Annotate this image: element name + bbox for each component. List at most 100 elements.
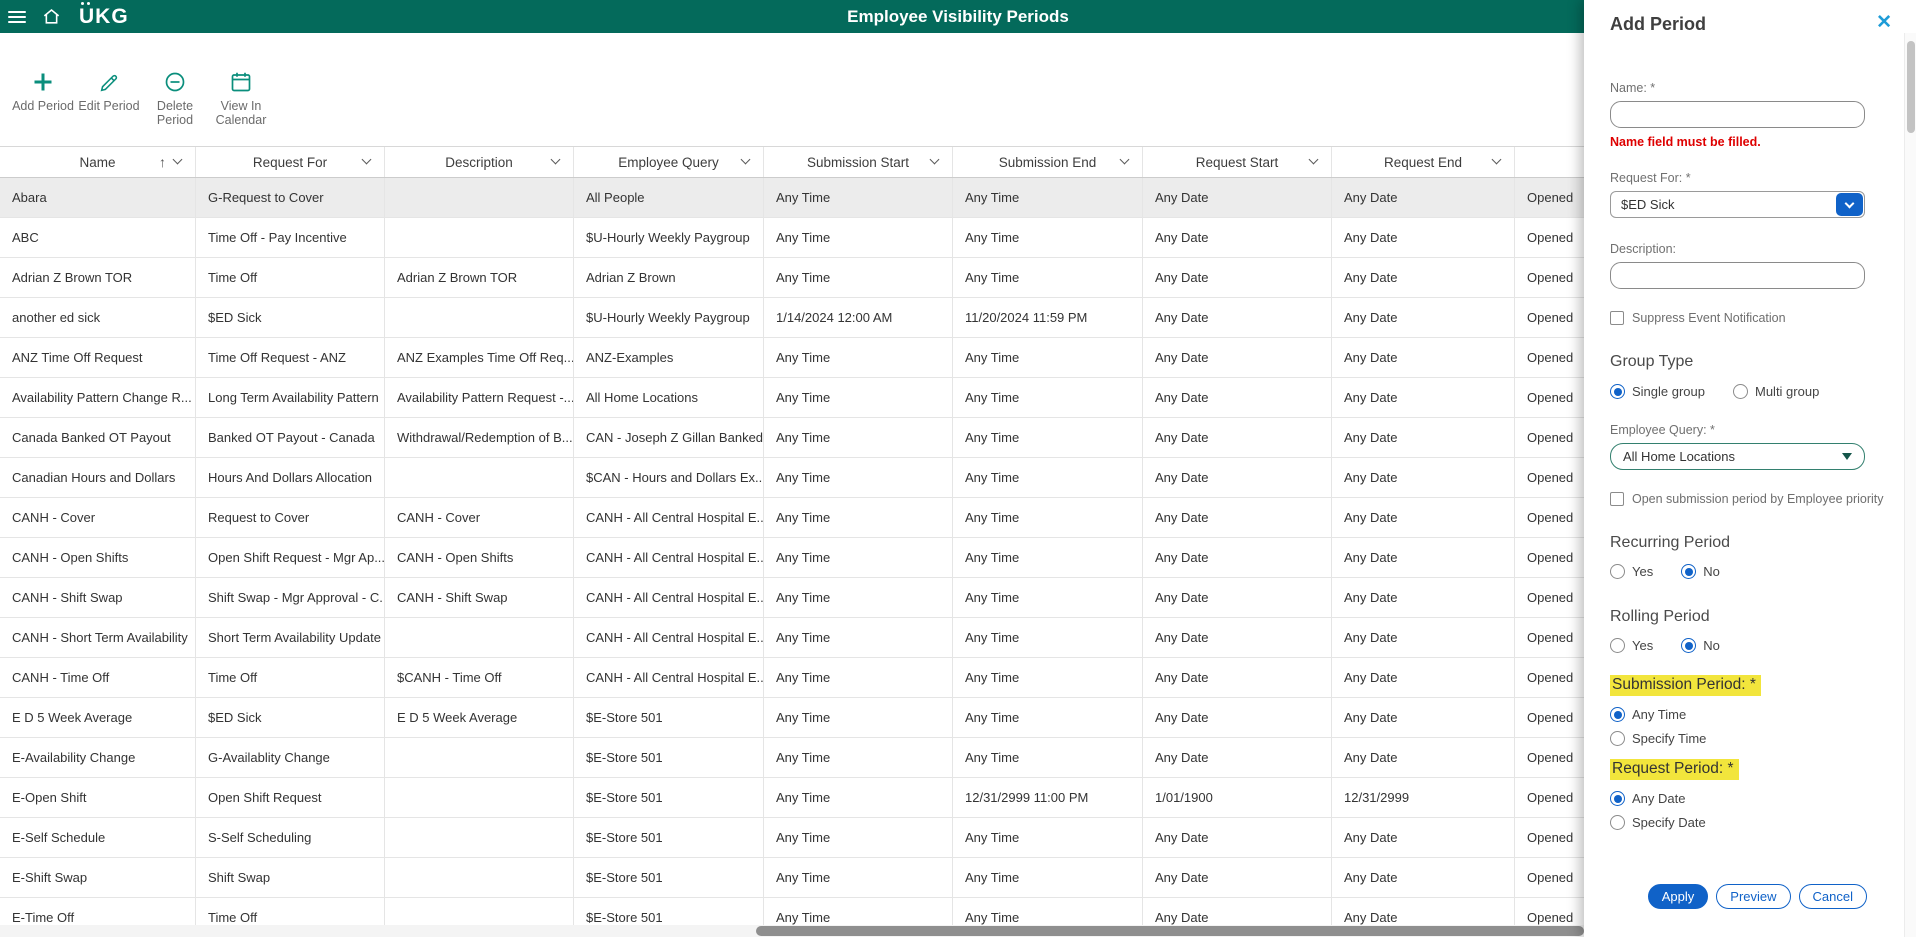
table-cell: E D 5 Week Average xyxy=(385,698,574,737)
column-header-label: Description xyxy=(445,154,513,170)
table-cell: Any Time xyxy=(953,738,1143,777)
table-cell: Adrian Z Brown xyxy=(574,258,764,297)
dropdown-button-icon[interactable] xyxy=(1836,193,1863,216)
open-submission-label: Open submission period by Employee prior… xyxy=(1632,492,1884,506)
name-label: Name: * xyxy=(1610,81,1656,95)
sort-ascending-icon[interactable]: ↑ xyxy=(159,154,166,170)
chevron-down-icon[interactable] xyxy=(361,154,372,165)
name-input[interactable] xyxy=(1610,101,1865,128)
radio-single-group[interactable]: Single group xyxy=(1610,384,1705,399)
column-header[interactable]: Submission Start xyxy=(764,147,953,177)
vertical-scrollbar[interactable] xyxy=(1904,33,1916,937)
table-cell: Any Time xyxy=(953,858,1143,897)
cancel-button[interactable]: Cancel xyxy=(1798,884,1867,909)
chevron-down-icon[interactable] xyxy=(1119,154,1130,165)
vertical-scrollbar-thumb[interactable] xyxy=(1907,41,1915,133)
table-cell: Any Time xyxy=(764,858,953,897)
table-cell xyxy=(385,618,574,657)
chevron-down-icon[interactable] xyxy=(740,154,751,165)
table-cell: All Home Locations xyxy=(574,378,764,417)
radio-label: No xyxy=(1703,638,1720,653)
table-cell: Canadian Hours and Dollars xyxy=(0,458,196,497)
preview-button[interactable]: Preview xyxy=(1716,884,1791,909)
column-header-label: Name xyxy=(79,154,116,170)
column-header[interactable]: Employee Query xyxy=(574,147,764,177)
radio-rolling-yes[interactable]: Yes xyxy=(1610,638,1653,653)
view-in-calendar-button[interactable]: View In Calendar xyxy=(208,66,274,128)
column-header[interactable]: Submission End xyxy=(953,147,1143,177)
horizontal-scrollbar[interactable] xyxy=(0,925,1584,937)
employee-query-label: Employee Query: * xyxy=(1610,423,1715,437)
radio-any-time[interactable]: Any Time xyxy=(1610,707,1877,722)
description-input[interactable] xyxy=(1610,262,1865,289)
apply-button[interactable]: Apply xyxy=(1647,884,1709,909)
table-cell: Any Time xyxy=(953,218,1143,257)
employee-query-dropdown[interactable]: All Home Locations xyxy=(1610,443,1865,470)
open-submission-checkbox-row[interactable]: Open submission period by Employee prior… xyxy=(1610,492,1884,506)
column-header[interactable]: Request Start xyxy=(1143,147,1332,177)
table-cell xyxy=(385,218,574,257)
table-cell: Any Date xyxy=(1332,298,1515,337)
hamburger-menu-icon[interactable] xyxy=(8,10,26,23)
name-error-message: Name field must be filled. xyxy=(1610,135,1761,149)
suppress-event-label: Suppress Event Notification xyxy=(1632,311,1786,325)
ukg-logo[interactable]: UKG xyxy=(79,1,129,29)
table-cell: CANH - Time Off xyxy=(0,658,196,697)
radio-rolling-no[interactable]: No xyxy=(1681,638,1720,653)
table-cell: Any Time xyxy=(764,458,953,497)
table-cell: Banked OT Payout - Canada xyxy=(196,418,385,457)
edit-period-button[interactable]: Edit Period xyxy=(76,66,142,128)
radio-label: Any Date xyxy=(1632,791,1686,806)
delete-period-button[interactable]: Delete Period xyxy=(142,66,208,128)
table-cell: Time Off xyxy=(196,258,385,297)
suppress-event-checkbox-row[interactable]: Suppress Event Notification xyxy=(1610,311,1877,325)
close-icon[interactable]: ✕ xyxy=(1876,13,1892,32)
table-cell: Shift Swap xyxy=(196,858,385,897)
radio-recurring-yes[interactable]: Yes xyxy=(1610,564,1653,579)
table-cell: Adrian Z Brown TOR xyxy=(385,258,574,297)
radio-any-date[interactable]: Any Date xyxy=(1610,791,1877,806)
description-label: Description: xyxy=(1610,242,1676,256)
table-cell: Any Date xyxy=(1332,178,1515,217)
checkbox-icon[interactable] xyxy=(1610,492,1624,506)
column-header[interactable]: Request For xyxy=(196,147,385,177)
radio-recurring-no[interactable]: No xyxy=(1681,564,1720,579)
home-icon[interactable] xyxy=(42,7,61,26)
horizontal-scrollbar-thumb[interactable] xyxy=(756,926,1584,936)
table-cell: Any Time xyxy=(764,378,953,417)
radio-specify-date[interactable]: Specify Date xyxy=(1610,815,1877,830)
table-cell: Any Time xyxy=(953,658,1143,697)
request-for-label: Request For: * xyxy=(1610,171,1691,185)
chevron-down-icon[interactable] xyxy=(929,154,940,165)
column-header[interactable]: Name ↑ xyxy=(0,147,196,177)
radio-label: Any Time xyxy=(1632,707,1687,722)
table-cell: CANH - All Central Hospital E... xyxy=(574,658,764,697)
table-cell: Any Date xyxy=(1332,378,1515,417)
table-cell: Any Time xyxy=(764,258,953,297)
table-cell: Any Date xyxy=(1143,178,1332,217)
radio-label: Specify Time xyxy=(1632,731,1707,746)
table-cell: $E-Store 501 xyxy=(574,858,764,897)
table-cell: Any Date xyxy=(1143,738,1332,777)
request-for-dropdown[interactable]: $ED Sick xyxy=(1610,191,1865,218)
table-cell: CANH - Shift Swap xyxy=(0,578,196,617)
table-cell: Any Time xyxy=(764,698,953,737)
chevron-down-icon[interactable] xyxy=(1491,154,1502,165)
chevron-down-icon[interactable] xyxy=(550,154,561,165)
column-header[interactable]: Description xyxy=(385,147,574,177)
table-cell: CANH - Open Shifts xyxy=(385,538,574,577)
checkbox-icon[interactable] xyxy=(1610,311,1624,325)
table-cell: E-Shift Swap xyxy=(0,858,196,897)
table-cell: Any Date xyxy=(1332,538,1515,577)
chevron-down-icon[interactable] xyxy=(1308,154,1319,165)
radio-selected-icon xyxy=(1681,564,1697,579)
radio-specify-time[interactable]: Specify Time xyxy=(1610,731,1877,746)
add-period-button[interactable]: Add Period xyxy=(10,66,76,128)
table-cell xyxy=(385,778,574,817)
radio-multi-group[interactable]: Multi group xyxy=(1733,384,1819,399)
chevron-down-icon[interactable] xyxy=(172,154,183,165)
column-header-label: Submission Start xyxy=(806,154,910,170)
panel-title: Add Period xyxy=(1610,14,1707,34)
column-header[interactable]: Request End xyxy=(1332,147,1515,177)
table-cell: E-Availability Change xyxy=(0,738,196,777)
